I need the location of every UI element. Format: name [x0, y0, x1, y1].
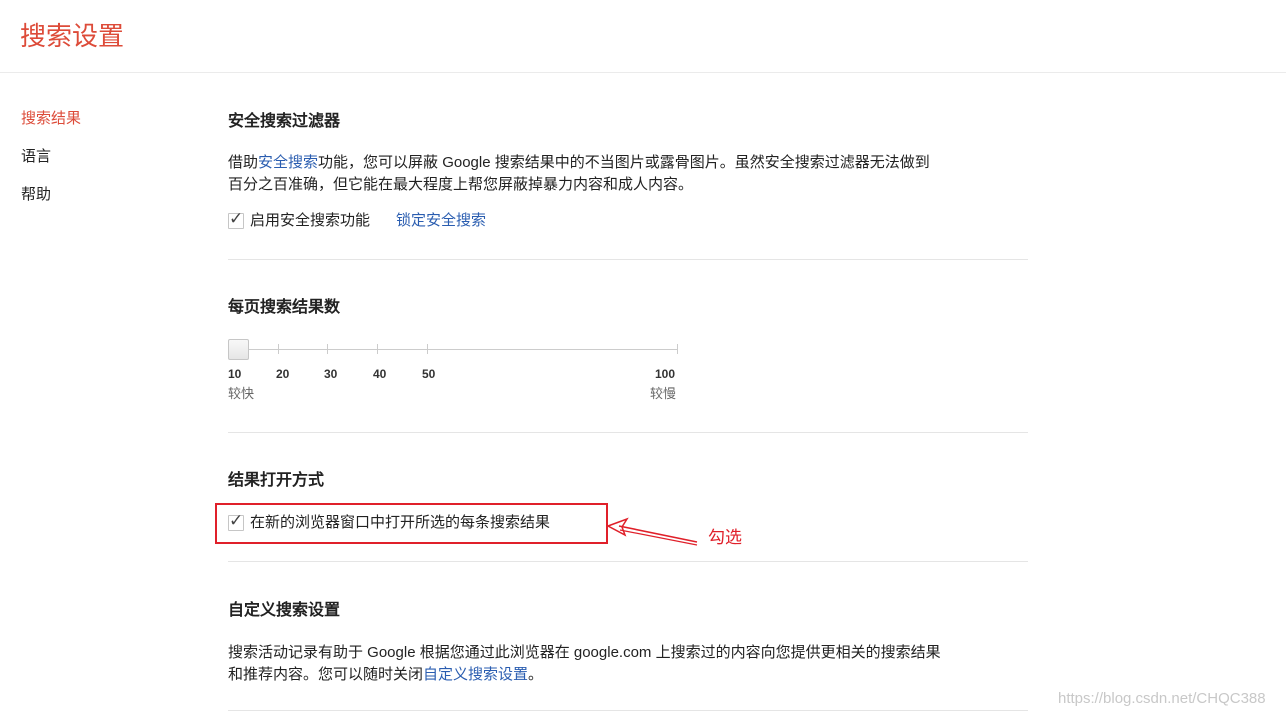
- slider-tick: [327, 344, 328, 354]
- check-icon: ✓: [229, 209, 244, 229]
- sidebar-item-search-results[interactable]: 搜索结果: [21, 108, 81, 130]
- safe-search-row: ✓ 启用安全搜索功能 锁定安全搜索: [228, 209, 486, 231]
- slider-tick: [427, 344, 428, 354]
- open-mode-title: 结果打开方式: [228, 472, 325, 489]
- slider-tick: [278, 344, 279, 354]
- results-per-page-title: 每页搜索结果数: [228, 299, 341, 316]
- page-title: 搜索设置: [20, 21, 125, 51]
- custom-search-desc-prefix: 和推荐内容。您可以随时关闭: [228, 666, 424, 683]
- custom-search-title: 自定义搜索设置: [228, 602, 341, 619]
- tick-label-30: 30: [324, 367, 338, 381]
- slider-tick: [677, 344, 678, 354]
- sidebar-item-help[interactable]: 帮助: [21, 184, 81, 206]
- safe-search-description: 借助安全搜索功能，您可以屏蔽 Google 搜索结果中的不当图片或露骨图片。虽然…: [228, 152, 1008, 196]
- divider: [228, 259, 1028, 260]
- slow-label: 较慢: [650, 386, 677, 401]
- safe-search-checkbox[interactable]: ✓: [228, 209, 244, 229]
- slider-track[interactable]: [238, 349, 678, 350]
- divider: [228, 561, 1028, 562]
- slider-tick: [377, 344, 378, 354]
- custom-search-desc-line1: 搜索活动记录有助于 Google 根据您通过此浏览器在 google.com 上…: [228, 644, 941, 661]
- header: 搜索设置: [0, 0, 1286, 73]
- results-per-page-slider[interactable]: 10 20 30 40 50 100 较快 较慢: [228, 338, 688, 408]
- sidebar-item-language[interactable]: 语言: [21, 146, 81, 168]
- tick-label-50: 50: [422, 367, 436, 381]
- annotation-highlight-box: [215, 503, 608, 544]
- arrow-left-icon: [606, 517, 698, 546]
- sidebar: 搜索结果 语言 帮助: [21, 108, 81, 222]
- lock-safe-search-link[interactable]: 锁定安全搜索: [396, 211, 486, 231]
- tick-label-100: 100: [655, 367, 676, 381]
- annotation-text: 勾选: [708, 528, 742, 547]
- fast-label: 较快: [228, 386, 255, 401]
- tick-label-20: 20: [276, 367, 290, 381]
- custom-search-description: 搜索活动记录有助于 Google 根据您通过此浏览器在 google.com 上…: [228, 642, 1008, 686]
- safe-search-title: 安全搜索过滤器: [228, 113, 341, 130]
- safe-search-desc-suffix: 功能，您可以屏蔽 Google 搜索结果中的不当图片或露骨图片。虽然安全搜索过滤…: [318, 154, 930, 171]
- custom-search-settings-link[interactable]: 自定义搜索设置: [423, 666, 528, 683]
- custom-search-desc-suffix: 。: [528, 666, 544, 683]
- divider: [228, 432, 1028, 433]
- safe-search-desc-prefix: 借助: [228, 154, 259, 171]
- safe-search-checkbox-label[interactable]: 启用安全搜索功能: [250, 211, 370, 231]
- safe-search-desc-line2: 百分之百准确，但它能在最大程度上帮您屏蔽掉暴力内容和成人内容。: [228, 176, 694, 193]
- divider: [228, 710, 1028, 711]
- watermark: https://blog.csdn.net/CHQC388: [1058, 690, 1266, 707]
- safe-search-link[interactable]: 安全搜索: [258, 154, 318, 171]
- tick-label-10: 10: [228, 367, 242, 381]
- slider-handle[interactable]: [228, 339, 249, 360]
- tick-label-40: 40: [373, 367, 387, 381]
